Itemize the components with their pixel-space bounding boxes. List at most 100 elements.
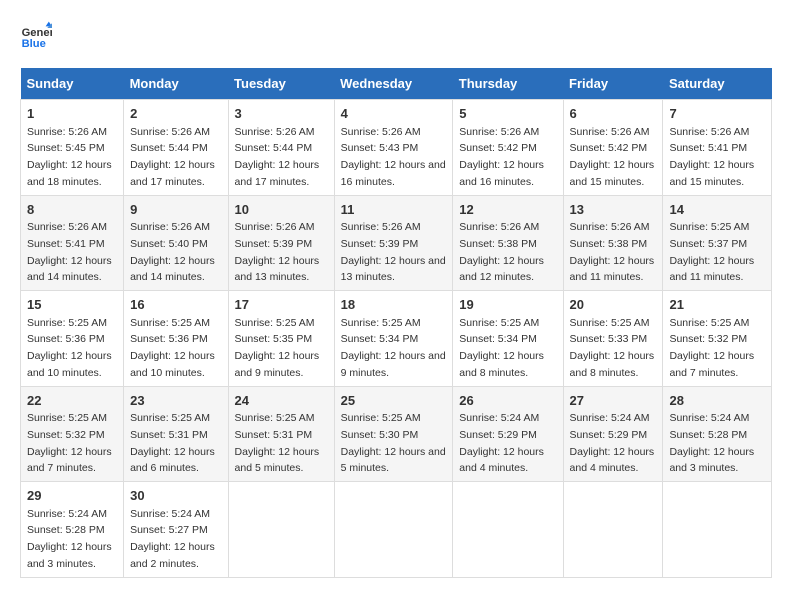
sunrise-info: Sunrise: 5:26 AM — [130, 221, 210, 233]
column-header-saturday: Saturday — [663, 68, 772, 100]
calendar-cell: 16 Sunrise: 5:25 AM Sunset: 5:36 PM Dayl… — [124, 291, 228, 387]
daylight-label: Daylight: 12 hours and 18 minutes. — [27, 159, 112, 188]
calendar-cell: 8 Sunrise: 5:26 AM Sunset: 5:41 PM Dayli… — [21, 195, 124, 291]
week-row-1: 1 Sunrise: 5:26 AM Sunset: 5:45 PM Dayli… — [21, 100, 772, 196]
day-number: 29 — [27, 486, 117, 506]
sunset-info: Sunset: 5:42 PM — [459, 142, 537, 154]
daylight-label: Daylight: 12 hours and 16 minutes. — [459, 159, 544, 188]
sunset-info: Sunset: 5:33 PM — [570, 333, 648, 345]
calendar-table: SundayMondayTuesdayWednesdayThursdayFrid… — [20, 68, 772, 578]
calendar-cell: 12 Sunrise: 5:26 AM Sunset: 5:38 PM Dayl… — [453, 195, 563, 291]
day-number: 27 — [570, 391, 657, 411]
page-header: General Blue — [20, 20, 772, 52]
sunrise-info: Sunrise: 5:25 AM — [130, 412, 210, 424]
daylight-label: Daylight: 12 hours and 7 minutes. — [27, 446, 112, 475]
sunset-info: Sunset: 5:29 PM — [570, 429, 648, 441]
calendar-cell: 24 Sunrise: 5:25 AM Sunset: 5:31 PM Dayl… — [228, 386, 334, 482]
calendar-cell: 20 Sunrise: 5:25 AM Sunset: 5:33 PM Dayl… — [563, 291, 663, 387]
daylight-label: Daylight: 12 hours and 3 minutes. — [669, 446, 754, 475]
sunset-info: Sunset: 5:38 PM — [570, 238, 648, 250]
daylight-label: Daylight: 12 hours and 14 minutes. — [130, 255, 215, 284]
day-number: 26 — [459, 391, 556, 411]
logo-icon: General Blue — [20, 20, 52, 52]
daylight-label: Daylight: 12 hours and 4 minutes. — [459, 446, 544, 475]
calendar-cell — [453, 482, 563, 578]
daylight-label: Daylight: 12 hours and 5 minutes. — [235, 446, 320, 475]
daylight-label: Daylight: 12 hours and 16 minutes. — [341, 159, 446, 188]
sunset-info: Sunset: 5:43 PM — [341, 142, 419, 154]
calendar-cell — [563, 482, 663, 578]
day-number: 24 — [235, 391, 328, 411]
daylight-label: Daylight: 12 hours and 14 minutes. — [27, 255, 112, 284]
column-header-sunday: Sunday — [21, 68, 124, 100]
logo: General Blue — [20, 20, 52, 52]
calendar-cell: 14 Sunrise: 5:25 AM Sunset: 5:37 PM Dayl… — [663, 195, 772, 291]
day-number: 10 — [235, 200, 328, 220]
sunset-info: Sunset: 5:37 PM — [669, 238, 747, 250]
sunrise-info: Sunrise: 5:26 AM — [341, 126, 421, 138]
calendar-cell: 1 Sunrise: 5:26 AM Sunset: 5:45 PM Dayli… — [21, 100, 124, 196]
sunset-info: Sunset: 5:30 PM — [341, 429, 419, 441]
day-number: 13 — [570, 200, 657, 220]
sunset-info: Sunset: 5:34 PM — [341, 333, 419, 345]
calendar-cell: 28 Sunrise: 5:24 AM Sunset: 5:28 PM Dayl… — [663, 386, 772, 482]
sunrise-info: Sunrise: 5:26 AM — [459, 221, 539, 233]
calendar-cell: 15 Sunrise: 5:25 AM Sunset: 5:36 PM Dayl… — [21, 291, 124, 387]
daylight-label: Daylight: 12 hours and 15 minutes. — [570, 159, 655, 188]
daylight-label: Daylight: 12 hours and 11 minutes. — [669, 255, 754, 284]
week-row-2: 8 Sunrise: 5:26 AM Sunset: 5:41 PM Dayli… — [21, 195, 772, 291]
daylight-label: Daylight: 12 hours and 8 minutes. — [459, 350, 544, 379]
sunset-info: Sunset: 5:32 PM — [669, 333, 747, 345]
sunset-info: Sunset: 5:41 PM — [27, 238, 105, 250]
sunset-info: Sunset: 5:44 PM — [130, 142, 208, 154]
week-row-4: 22 Sunrise: 5:25 AM Sunset: 5:32 PM Dayl… — [21, 386, 772, 482]
sunrise-info: Sunrise: 5:25 AM — [669, 317, 749, 329]
sunset-info: Sunset: 5:34 PM — [459, 333, 537, 345]
day-number: 21 — [669, 295, 765, 315]
sunrise-info: Sunrise: 5:26 AM — [459, 126, 539, 138]
svg-text:General: General — [22, 27, 52, 39]
sunrise-info: Sunrise: 5:26 AM — [130, 126, 210, 138]
calendar-cell: 26 Sunrise: 5:24 AM Sunset: 5:29 PM Dayl… — [453, 386, 563, 482]
sunrise-info: Sunrise: 5:25 AM — [235, 412, 315, 424]
calendar-cell: 3 Sunrise: 5:26 AM Sunset: 5:44 PM Dayli… — [228, 100, 334, 196]
column-header-wednesday: Wednesday — [334, 68, 453, 100]
sunrise-info: Sunrise: 5:26 AM — [27, 126, 107, 138]
calendar-cell: 11 Sunrise: 5:26 AM Sunset: 5:39 PM Dayl… — [334, 195, 453, 291]
calendar-cell: 25 Sunrise: 5:25 AM Sunset: 5:30 PM Dayl… — [334, 386, 453, 482]
calendar-cell — [663, 482, 772, 578]
sunset-info: Sunset: 5:28 PM — [669, 429, 747, 441]
day-number: 14 — [669, 200, 765, 220]
sunset-info: Sunset: 5:35 PM — [235, 333, 313, 345]
daylight-label: Daylight: 12 hours and 17 minutes. — [130, 159, 215, 188]
day-number: 5 — [459, 104, 556, 124]
sunrise-info: Sunrise: 5:26 AM — [669, 126, 749, 138]
sunset-info: Sunset: 5:32 PM — [27, 429, 105, 441]
sunset-info: Sunset: 5:44 PM — [235, 142, 313, 154]
day-number: 17 — [235, 295, 328, 315]
sunrise-info: Sunrise: 5:24 AM — [130, 508, 210, 520]
daylight-label: Daylight: 12 hours and 13 minutes. — [341, 255, 446, 284]
sunrise-info: Sunrise: 5:25 AM — [27, 412, 107, 424]
daylight-label: Daylight: 12 hours and 9 minutes. — [341, 350, 446, 379]
calendar-cell: 18 Sunrise: 5:25 AM Sunset: 5:34 PM Dayl… — [334, 291, 453, 387]
sunrise-info: Sunrise: 5:26 AM — [570, 126, 650, 138]
sunset-info: Sunset: 5:45 PM — [27, 142, 105, 154]
calendar-cell: 2 Sunrise: 5:26 AM Sunset: 5:44 PM Dayli… — [124, 100, 228, 196]
day-number: 18 — [341, 295, 447, 315]
column-header-monday: Monday — [124, 68, 228, 100]
column-headers: SundayMondayTuesdayWednesdayThursdayFrid… — [21, 68, 772, 100]
daylight-label: Daylight: 12 hours and 10 minutes. — [130, 350, 215, 379]
day-number: 16 — [130, 295, 221, 315]
sunset-info: Sunset: 5:31 PM — [235, 429, 313, 441]
sunset-info: Sunset: 5:40 PM — [130, 238, 208, 250]
sunrise-info: Sunrise: 5:24 AM — [570, 412, 650, 424]
daylight-label: Daylight: 12 hours and 7 minutes. — [669, 350, 754, 379]
day-number: 3 — [235, 104, 328, 124]
day-number: 20 — [570, 295, 657, 315]
sunrise-info: Sunrise: 5:25 AM — [570, 317, 650, 329]
daylight-label: Daylight: 12 hours and 2 minutes. — [130, 541, 215, 570]
calendar-cell: 19 Sunrise: 5:25 AM Sunset: 5:34 PM Dayl… — [453, 291, 563, 387]
calendar-cell: 22 Sunrise: 5:25 AM Sunset: 5:32 PM Dayl… — [21, 386, 124, 482]
calendar-cell: 9 Sunrise: 5:26 AM Sunset: 5:40 PM Dayli… — [124, 195, 228, 291]
